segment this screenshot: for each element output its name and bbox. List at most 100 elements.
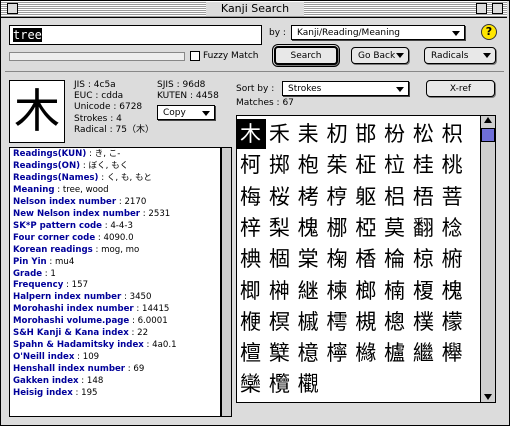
kanji-cell[interactable]: 茱: [323, 150, 352, 180]
kanji-cell[interactable]: 桜: [266, 182, 295, 212]
kanji-cell[interactable]: 楩: [237, 307, 266, 337]
kanji-cell[interactable]: 躯: [352, 182, 381, 212]
kanji-cell[interactable]: 楿: [352, 244, 381, 274]
search-by-value: Kanji/Reading/Meaning: [297, 28, 400, 38]
close-box[interactable]: [7, 3, 18, 14]
detail-row: Nelson index number : 2170: [13, 197, 217, 209]
kanji-cell[interactable]: 椋: [410, 244, 439, 274]
kanji-cell[interactable]: 檸: [323, 338, 352, 368]
kanji-cell[interactable]: 梓: [237, 213, 266, 243]
kanji-cell[interactable]: 朷: [323, 119, 352, 149]
kanji-cell[interactable]: 枌: [381, 119, 410, 149]
kanji-cell[interactable]: 梈: [323, 182, 352, 212]
search-button[interactable]: Search: [272, 44, 340, 67]
results-scrollbar[interactable]: [480, 115, 496, 403]
search-input[interactable]: tree: [9, 25, 262, 45]
search-by-select[interactable]: Kanji/Reading/Meaning: [291, 25, 465, 40]
kanji-cell[interactable]: 掷: [266, 150, 295, 180]
kanji-cell[interactable]: 欟: [295, 369, 324, 399]
kanji-cell[interactable]: 栲: [295, 182, 324, 212]
kanji-cell[interactable]: 棯: [439, 213, 468, 243]
kanji-cell[interactable]: 耒: [295, 119, 324, 149]
scroll-thumb[interactable]: [481, 128, 495, 142]
kanji-cell[interactable]: 桂: [410, 150, 439, 180]
kanji-cell[interactable]: 槭: [295, 307, 324, 337]
kanji-cell[interactable]: 槐: [295, 213, 324, 243]
fuzzy-match-label: Fuzzy Match: [203, 51, 259, 61]
kanji-cell[interactable]: 梠: [381, 182, 410, 212]
kanji-cell[interactable]: 槐: [439, 276, 468, 306]
kanji-cell[interactable]: 樬: [381, 307, 410, 337]
kanji-cell[interactable]: 樗: [323, 307, 352, 337]
kanji-results-grid[interactable]: 木禾耒朷邯枌松枳柯掷枹茱柾柆桂桃梅桜栲梈躯梠梧菩梓梨槐梛椏莫翻棯椣棝棠椈楿棆椋椨…: [236, 115, 480, 403]
kanji-cell[interactable]: 樸: [410, 307, 439, 337]
kanji-cell[interactable]: 棝: [266, 244, 295, 274]
kanji-cell[interactable]: 櫞: [352, 338, 381, 368]
detail-value: : 157: [63, 280, 89, 291]
fuzzy-match-checkbox[interactable]: [190, 51, 200, 61]
detail-row: Readings(ON) : ぼく, もく: [13, 161, 217, 173]
detail-key: S&H Kanji & Kana index: [13, 328, 129, 339]
copy-popup[interactable]: Copy: [157, 105, 215, 120]
kanji-cell[interactable]: 欖: [266, 369, 295, 399]
kanji-cell[interactable]: 梧: [410, 182, 439, 212]
kanji-cell[interactable]: 欒: [237, 369, 266, 399]
kanji-cell[interactable]: 翻: [410, 213, 439, 243]
kanji-cell[interactable]: 檀: [237, 338, 266, 368]
kanji-cell[interactable]: 梨: [266, 213, 295, 243]
kanji-cell[interactable]: 莫: [381, 213, 410, 243]
kanji-cell[interactable]: 継: [295, 276, 324, 306]
kanji-cell[interactable]: 柾: [352, 150, 381, 180]
kanji-cell[interactable]: 榠: [266, 307, 295, 337]
help-icon[interactable]: ?: [481, 24, 497, 40]
kanji-cell[interactable]: 木: [237, 119, 266, 149]
kanji-cell[interactable]: 楠: [381, 276, 410, 306]
kanji-cell[interactable]: 菩: [439, 182, 468, 212]
xref-button[interactable]: X-ref: [426, 80, 495, 97]
kanji-cell[interactable]: 榎: [410, 276, 439, 306]
kanji-cell[interactable]: 楝: [323, 276, 352, 306]
detail-value: : く, も, もと: [98, 172, 152, 183]
kanji-cell[interactable]: 椏: [352, 213, 381, 243]
detail-row: Morohashi volume.page : 6.0001: [13, 316, 217, 328]
kanji-cell[interactable]: 櫨: [381, 338, 410, 368]
kanji-cell[interactable]: 櫱: [266, 338, 295, 368]
chevron-down-icon: [396, 53, 404, 58]
kanji-details-list[interactable]: Readings(KUN) : き, こ- Readings(ON) : ぼく, …: [9, 147, 221, 417]
kanji-cell[interactable]: 槻: [352, 307, 381, 337]
progress-bar: [9, 52, 185, 61]
kanji-cell[interactable]: 椈: [323, 244, 352, 274]
scroll-down-arrow-icon[interactable]: [484, 394, 492, 400]
sort-by-select[interactable]: Strokes: [282, 81, 409, 96]
kanji-cell[interactable]: 棠: [295, 244, 324, 274]
kanji-cell[interactable]: 檍: [295, 338, 324, 368]
kanji-cell[interactable]: 榔: [352, 276, 381, 306]
zoom-box[interactable]: [476, 3, 487, 14]
detail-value: : 148: [78, 376, 104, 387]
go-back-button[interactable]: Go Back: [351, 47, 409, 64]
kanji-cell[interactable]: 禾: [266, 119, 295, 149]
kanji-cell[interactable]: 繼: [410, 338, 439, 368]
kanji-cell[interactable]: 柆: [381, 150, 410, 180]
chevron-down-icon: [452, 31, 460, 36]
kanji-cell[interactable]: 枹: [295, 150, 324, 180]
kanji-cell[interactable]: 松: [410, 119, 439, 149]
kanji-cell[interactable]: 梛: [323, 213, 352, 243]
scroll-up-arrow-icon[interactable]: [484, 117, 492, 123]
detail-row: Heisig index : 195: [13, 388, 217, 400]
kanji-cell[interactable]: 榊: [266, 276, 295, 306]
radicals-button[interactable]: Radicals: [424, 47, 496, 64]
kanji-cell[interactable]: 檬: [439, 307, 468, 337]
kanji-cell[interactable]: 桃: [439, 150, 468, 180]
collapse-box[interactable]: [492, 3, 503, 14]
kanji-cell[interactable]: 櫸: [439, 338, 468, 368]
kanji-cell[interactable]: 棆: [381, 244, 410, 274]
kanji-cell[interactable]: 邯: [352, 119, 381, 149]
kanji-cell[interactable]: 椣: [237, 244, 266, 274]
kanji-cell[interactable]: 梅: [237, 182, 266, 212]
kanji-cell[interactable]: 柯: [237, 150, 266, 180]
kanji-cell[interactable]: 楖: [237, 276, 266, 306]
kanji-cell[interactable]: 椨: [439, 244, 468, 274]
kanji-cell[interactable]: 枳: [439, 119, 468, 149]
details-scrollbar[interactable]: [221, 147, 232, 417]
